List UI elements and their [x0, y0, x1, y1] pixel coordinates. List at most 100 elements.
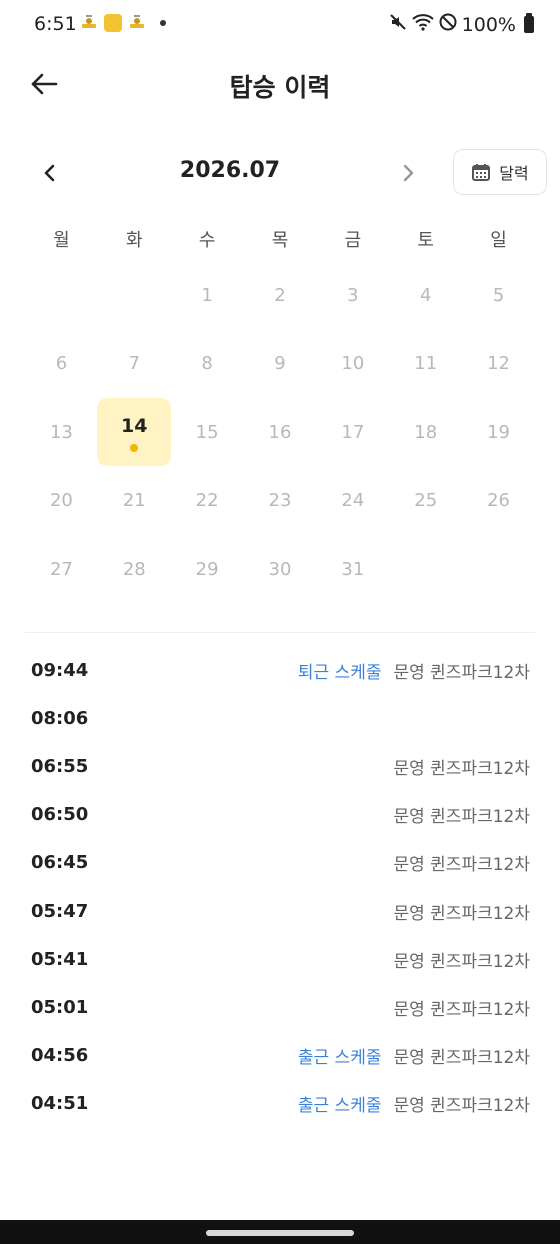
day-number: 22	[195, 490, 219, 512]
system-navigation-bar	[0, 1220, 560, 1244]
home-gesture-handle[interactable]	[206, 1230, 354, 1236]
month-label: 2026.07	[179, 158, 281, 183]
calendar-day[interactable]: 5	[462, 261, 535, 330]
ride-time: 05:01	[31, 996, 89, 1018]
calendar-day[interactable]: 4	[389, 261, 462, 330]
ride-row[interactable]: 05:47 문영 퀸즈파크12차	[0, 887, 560, 935]
ride-details: 문영 퀸즈파크12차	[393, 947, 530, 972]
calendar-day[interactable]: 16	[244, 398, 317, 467]
ride-details: 문영 퀸즈파크12차	[393, 899, 530, 924]
ride-row[interactable]: 04:56 출근 스케줄 문영 퀸즈파크12차	[0, 1032, 560, 1080]
calendar-empty-cell	[389, 535, 462, 604]
section-divider	[25, 632, 535, 633]
ride-place: 문영 퀸즈파크12차	[393, 1096, 530, 1117]
day-number: 6	[55, 353, 68, 375]
ride-details: 퇴근 스케줄 문영 퀸즈파크12차	[298, 658, 530, 683]
calendar-day[interactable]: 27	[25, 535, 98, 604]
calendar-day[interactable]: 18	[389, 398, 462, 467]
calendar-day[interactable]: 15	[171, 398, 244, 467]
calendar-day[interactable]: 21	[98, 467, 171, 536]
calendar-day[interactable]: 31	[316, 535, 389, 604]
weekday-label: 화	[125, 230, 143, 251]
ride-row[interactable]: 06:50 문영 퀸즈파크12차	[0, 791, 560, 839]
calendar-day[interactable]: 6	[25, 330, 98, 399]
day-number: 9	[274, 353, 286, 375]
day-number: 15	[195, 421, 219, 443]
ride-details: 문영 퀸즈파크12차	[393, 850, 530, 875]
ride-row[interactable]: 09:44 퇴근 스케줄 문영 퀸즈파크12차	[0, 646, 560, 694]
next-month-button[interactable]	[392, 157, 424, 189]
day-number: 19	[487, 421, 511, 443]
calendar-day[interactable]: 25	[389, 467, 462, 536]
calendar-day[interactable]: 28	[98, 535, 171, 604]
calendar-day[interactable]: 19	[462, 398, 535, 467]
weekday-label: 금	[344, 230, 362, 251]
calendar-day[interactable]: 30	[244, 535, 317, 604]
ride-place: 문영 퀸즈파크12차	[393, 758, 530, 779]
ride-time: 04:56	[31, 1045, 89, 1067]
calendar-picker-button[interactable]: 달력	[453, 149, 547, 195]
battery-percent: 100%	[461, 13, 516, 36]
day-number: 16	[268, 421, 292, 443]
mute-icon	[388, 12, 408, 37]
ride-place: 문영 퀸즈파크12차	[393, 855, 530, 876]
day-number: 11	[414, 353, 438, 375]
calendar-day[interactable]: 7	[98, 330, 171, 399]
ride-row[interactable]: 06:55 문영 퀸즈파크12차	[0, 742, 560, 790]
ride-schedule-label[interactable]: 출근 스케줄	[298, 1043, 382, 1068]
calendar-empty-cell	[98, 261, 171, 330]
ride-time: 06:50	[31, 804, 89, 826]
ride-schedule-label[interactable]: 퇴근 스케줄	[298, 658, 382, 683]
ride-schedule-label[interactable]: 출근 스케줄	[298, 1091, 382, 1116]
month-navigation: 2026.07 달력	[0, 145, 560, 201]
calendar-day[interactable]: 29	[171, 535, 244, 604]
calendar-day[interactable]: 13	[25, 398, 98, 467]
ride-row[interactable]: 05:01 문영 퀸즈파크12차	[0, 983, 560, 1031]
calendar-day[interactable]: 12	[462, 330, 535, 399]
calendar-day[interactable]: 17	[316, 398, 389, 467]
do-not-disturb-icon	[438, 12, 458, 37]
ride-row[interactable]: 05:41 문영 퀸즈파크12차	[0, 935, 560, 983]
day-number: 4	[419, 284, 432, 306]
calendar-day-selected[interactable]: 14	[97, 398, 172, 467]
calendar-day[interactable]: 24	[316, 467, 389, 536]
previous-month-button[interactable]	[34, 157, 66, 189]
calendar-day[interactable]: 9	[244, 330, 317, 399]
day-number: 25	[414, 490, 438, 512]
battery-icon	[524, 13, 534, 33]
day-number: 31	[341, 558, 365, 580]
ride-row[interactable]: 04:51 출근 스케줄 문영 퀸즈파크12차	[0, 1080, 560, 1128]
calendar-day[interactable]: 20	[25, 467, 98, 536]
calendar-day[interactable]: 26	[462, 467, 535, 536]
calendar-day[interactable]: 11	[389, 330, 462, 399]
calendar-empty-cell	[462, 535, 535, 604]
calendar-day[interactable]: 1	[171, 261, 244, 330]
calendar-day[interactable]: 22	[171, 467, 244, 536]
more-notifications-dot	[160, 20, 166, 26]
ride-place: 문영 퀸즈파크12차	[393, 903, 530, 924]
ride-time: 06:55	[31, 755, 89, 777]
calendar-day[interactable]: 23	[244, 467, 317, 536]
calendar-day[interactable]: 10	[316, 330, 389, 399]
day-number: 7	[128, 353, 140, 375]
weekday-label: 일	[490, 230, 507, 251]
ride-row[interactable]: 06:45 문영 퀸즈파크12차	[0, 839, 560, 887]
day-number: 27	[49, 558, 73, 580]
ride-row[interactable]: 08:06	[0, 694, 560, 742]
weekday-label: 월	[53, 230, 70, 251]
calendar-days-grid: 1 2 3 4 5 6 7 8 9 10 11 12 13 14 15 16 17 18 19 20 21 22 23 24 2…	[25, 261, 535, 604]
calendar-empty-cell	[25, 261, 98, 330]
ride-details: 문영 퀸즈파크12차	[393, 802, 530, 827]
ride-details: 출근 스케줄 문영 퀸즈파크12차	[298, 1091, 530, 1116]
notification-app-icon-2	[128, 14, 146, 32]
wifi-icon	[412, 12, 434, 37]
calendar-day[interactable]: 3	[316, 261, 389, 330]
ride-place: 문영 퀸즈파크12차	[393, 1048, 530, 1069]
ride-place: 문영 퀸즈파크12차	[393, 807, 530, 828]
day-number: 1	[201, 284, 213, 306]
day-number: 5	[492, 284, 505, 306]
calendar-day[interactable]: 2	[244, 261, 317, 330]
ride-place: 문영 퀸즈파크12차	[393, 999, 530, 1020]
day-number: 17	[341, 421, 365, 443]
calendar-day[interactable]: 8	[171, 330, 244, 399]
